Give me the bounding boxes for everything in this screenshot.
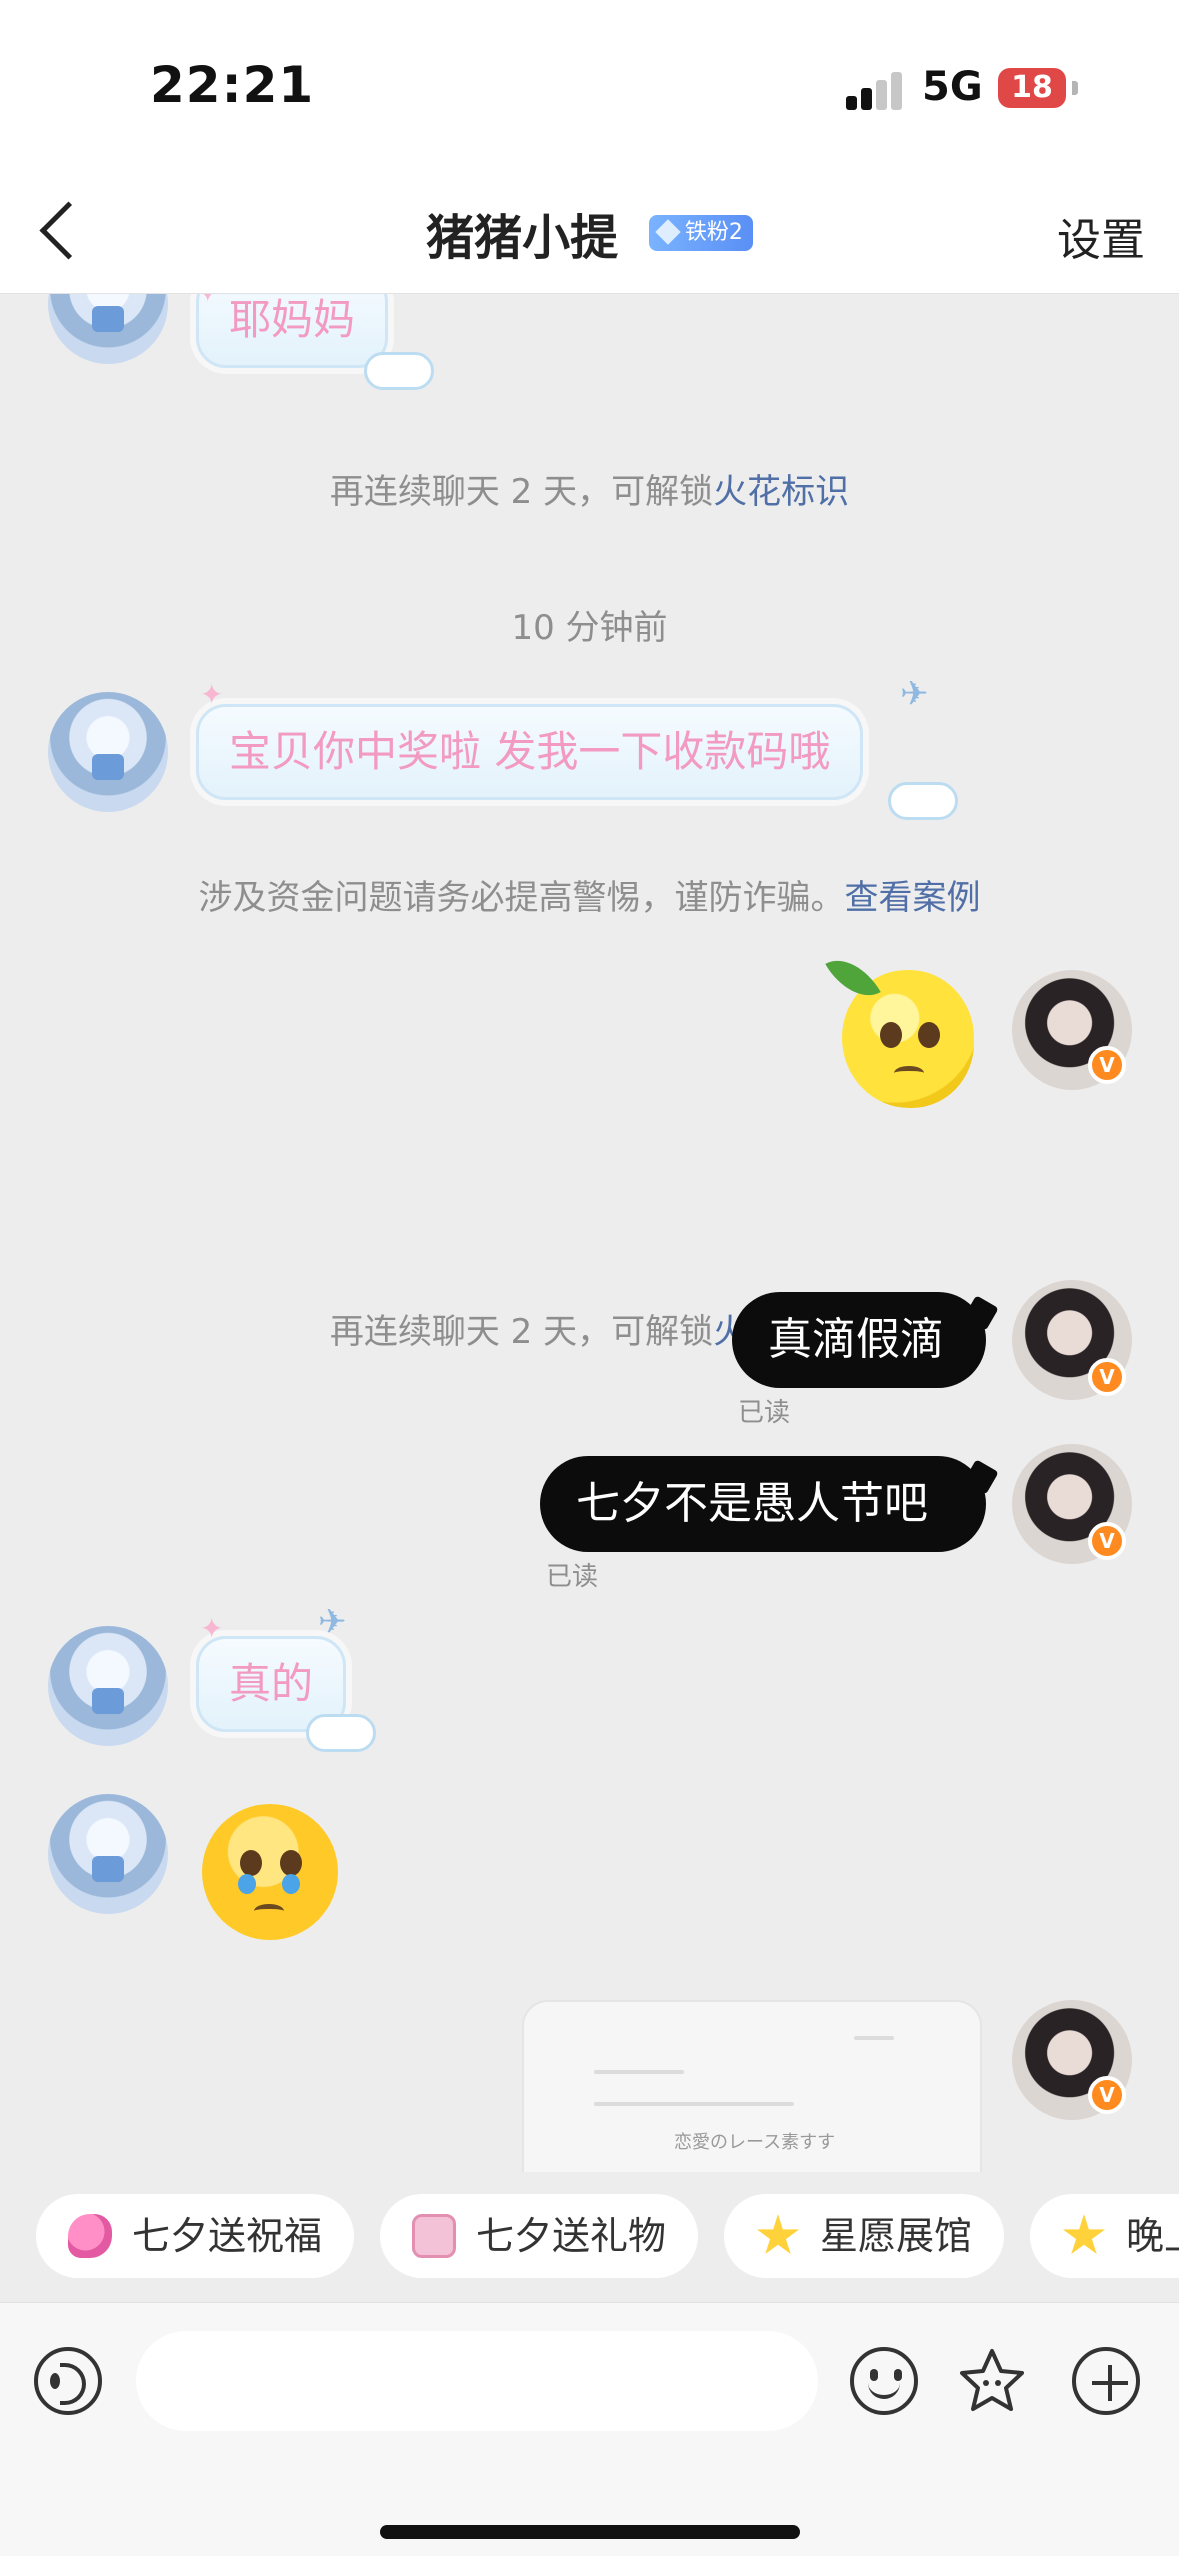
battery-level: 18: [1011, 70, 1053, 105]
status-bar: 22:21 5G 18: [0, 0, 1179, 170]
chat-area[interactable]: 耶妈妈 ✦ 再连续聊天 2 天，可解锁火花标识 10 分钟前 宝贝你中奖啦 发我…: [0, 294, 1179, 2172]
emoji-icon[interactable]: [850, 2347, 918, 2415]
fraud-warning-text: 涉及资金问题请务必提高警惕，谨防诈骗。: [198, 878, 845, 918]
eye-icon: [280, 1850, 302, 1876]
bird-icon: [68, 2214, 112, 2258]
verified-v-icon: V: [1088, 1522, 1126, 1560]
paper-plane-icon: ✈: [318, 1602, 347, 1642]
sticker-star-icon[interactable]: [956, 2345, 1028, 2417]
chip-label: 七夕送祝福: [132, 2214, 323, 2258]
settings-button[interactable]: 设置: [1057, 204, 1145, 268]
fan-badge: 铁粉2: [648, 215, 753, 251]
chip-star-wish-gallery[interactable]: 星愿展馆: [724, 2194, 1005, 2278]
star-decoration-icon: ✦: [200, 1612, 224, 1645]
home-indicator[interactable]: [380, 2525, 800, 2539]
paper-plane-icon: ✈: [900, 674, 929, 714]
tear-icon: [238, 1874, 256, 1894]
spark-hint-text: 再连续聊天 2 天，可解锁: [329, 1312, 714, 1352]
read-status: 已读: [738, 1398, 791, 1428]
spark-hint: 再连续聊天 2 天，可解锁火花标识: [0, 464, 1179, 513]
chip-evening[interactable]: 晚上: [1030, 2194, 1179, 2278]
view-cases-link[interactable]: 查看案例: [845, 878, 981, 918]
card-title: 恋愛のレース素すす: [674, 2132, 836, 2153]
star-decoration-icon: ✦: [200, 678, 224, 711]
envelope-icon: [412, 2214, 456, 2258]
cloud-decoration-icon: [306, 1714, 376, 1752]
leaf-icon: [825, 946, 881, 1010]
eye-icon: [918, 1022, 940, 1048]
eye-icon: [880, 1022, 902, 1048]
spark-hint: 再连续聊天 2 天，可解锁火花标识: [0, 1304, 1179, 1353]
contact-avatar[interactable]: [48, 1794, 168, 1914]
verified-v-icon: V: [1088, 2076, 1126, 2114]
input-bar: [0, 2302, 1179, 2556]
fraud-warning: 涉及资金问题请务必提高警惕，谨防诈骗。查看案例: [0, 870, 1179, 919]
contact-avatar[interactable]: [48, 1626, 168, 1746]
chip-label: 七夕送礼物: [476, 2214, 667, 2258]
message-bubble[interactable]: 七夕不是愚人节吧: [540, 1456, 986, 1552]
signal-icon: [846, 70, 904, 110]
star-icon: [756, 2214, 800, 2255]
crying-face-sticker-icon[interactable]: [202, 1804, 338, 1940]
message-input[interactable]: [136, 2331, 818, 2431]
spark-hint-text: 再连续聊天 2 天，可解锁: [329, 472, 714, 512]
diamond-icon: [655, 219, 681, 245]
lemon-sticker-icon[interactable]: [825, 946, 974, 1108]
cloud-decoration-icon: [888, 782, 958, 820]
cloud-decoration-icon: [364, 352, 434, 390]
voice-icon[interactable]: [34, 2347, 102, 2415]
star-decoration-icon: ✦: [196, 294, 222, 307]
eye-icon: [240, 1850, 262, 1876]
chip-label: 星愿展馆: [820, 2214, 973, 2258]
message-bubble[interactable]: 耶妈妈: [196, 294, 389, 368]
fan-badge-label: 铁粉2: [684, 220, 743, 245]
time-divider: 10 分钟前: [511, 608, 668, 648]
contact-avatar[interactable]: [48, 294, 168, 364]
contact-name: 猪猪小提: [426, 210, 619, 266]
message-bubble[interactable]: 宝贝你中奖啦 发我一下收款码哦: [196, 704, 864, 800]
star-icon: [1062, 2214, 1106, 2255]
message-bubble[interactable]: 真滴假滴: [732, 1292, 986, 1388]
verified-v-icon: V: [1088, 1046, 1126, 1084]
quick-action-bar: 七夕送祝福 七夕送礼物 星愿展馆 晚上: [0, 2172, 1179, 2302]
network-type: 5G: [922, 64, 983, 110]
verified-v-icon: V: [1088, 1358, 1126, 1396]
mouth-icon: [894, 1066, 924, 1080]
read-status: 已读: [546, 1562, 599, 1592]
card-message[interactable]: 恋愛のレース素すす: [522, 2000, 982, 2172]
nav-bar: 猪猪小提 铁粉2 设置: [0, 170, 1179, 294]
plus-icon[interactable]: [1072, 2347, 1140, 2415]
battery-icon: 18: [998, 68, 1078, 108]
chip-label: 晚上: [1126, 2214, 1179, 2258]
mouth-icon: [254, 1904, 284, 1918]
chat-title[interactable]: 猪猪小提 铁粉2: [0, 198, 1179, 268]
tear-icon: [282, 1874, 300, 1894]
chip-qixi-blessing[interactable]: 七夕送祝福: [36, 2194, 355, 2278]
contact-avatar[interactable]: [48, 692, 168, 812]
chip-qixi-gift[interactable]: 七夕送礼物: [380, 2194, 699, 2278]
status-time: 22:21: [150, 56, 315, 114]
spark-hint-link[interactable]: 火花标识: [713, 472, 849, 512]
